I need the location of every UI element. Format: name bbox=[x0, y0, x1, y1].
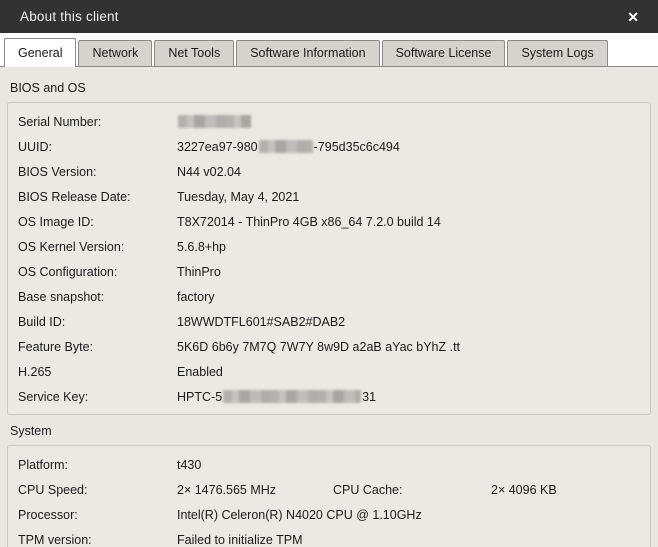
field-value: 5K6D 6b6y 7M7Q 7W7Y 8w9D a2aB aYac bYhZ … bbox=[177, 339, 461, 354]
tab-network[interactable]: Network bbox=[78, 40, 153, 66]
field-label: BIOS Release Date: bbox=[18, 189, 131, 204]
field-label: CPU Speed: bbox=[18, 482, 88, 497]
field-label: Build ID: bbox=[18, 314, 66, 329]
close-icon[interactable]: ✕ bbox=[627, 10, 639, 24]
field-value: ThinPro bbox=[177, 264, 221, 279]
field-label: OS Configuration: bbox=[18, 264, 118, 279]
tab-general[interactable]: General bbox=[4, 38, 77, 67]
field-value: 2× 4096 KB bbox=[491, 482, 557, 497]
section-title: BIOS and OS bbox=[10, 81, 86, 95]
field-value: Intel(R) Celeron(R) N4020 CPU @ 1.10GHz bbox=[177, 507, 422, 522]
field-row: Feature Byte: 5K6D 6b6y 7M7Q 7W7Y 8w9D a2… bbox=[8, 334, 650, 359]
field-value: Tuesday, May 4, 2021 bbox=[177, 189, 300, 204]
field-row: H.265 Enabled bbox=[8, 359, 650, 384]
field-value: 5.6.8+hp bbox=[177, 239, 227, 254]
section-bios-and-os: BIOS and OS Serial Number: UUID: 3227ea97-9… bbox=[7, 67, 651, 415]
field-value: Failed to initialize TPM bbox=[177, 532, 303, 547]
field-value: t430 bbox=[177, 457, 202, 472]
field-label: Service Key: bbox=[18, 389, 89, 404]
field-label: OS Kernel Version: bbox=[18, 239, 125, 254]
tab-bar: General Network Net Tools Software Informat… bbox=[0, 33, 658, 67]
field-label: TPM version: bbox=[18, 532, 92, 547]
field-label: BIOS Version: bbox=[18, 164, 97, 179]
field-label: Base snapshot: bbox=[18, 289, 105, 304]
tab-software-license[interactable]: Software License bbox=[381, 40, 506, 66]
field-row: CPU Speed: 2× 1476.565 MHz CPU Cache: 2× 40… bbox=[8, 477, 650, 502]
field-label: UUID: bbox=[18, 139, 53, 154]
group-box: Platform: t430 CPU Speed: 2× 1476.565 MHz CP… bbox=[7, 445, 651, 547]
group-box: Serial Number: UUID: 3227ea97-980 -795d35c6… bbox=[7, 102, 651, 415]
field-row: UUID: 3227ea97-980 -795d35c6c494 bbox=[8, 134, 650, 159]
field-value: 18WWDTFL601#SAB2#DAB2 bbox=[177, 314, 346, 329]
field-value: 2× 1476.565 MHz bbox=[177, 482, 277, 497]
field-row: BIOS Version: N44 v02.04 bbox=[8, 159, 650, 184]
redacted-value bbox=[178, 114, 251, 128]
field-label: Processor: bbox=[18, 507, 78, 522]
field-value: T8X72014 - ThinPro 4GB x86_64 7.2.0 buil… bbox=[177, 214, 441, 229]
field-value bbox=[177, 114, 650, 129]
field-row: Service Key: HPTC-5 31 bbox=[8, 384, 650, 409]
field-label: OS Image ID: bbox=[18, 214, 94, 229]
field-row: TPM version: Failed to initialize TPM bbox=[8, 527, 650, 547]
field-label: Feature Byte: bbox=[18, 339, 94, 354]
field-label: H.265 bbox=[18, 364, 52, 379]
general-tab-content: BIOS and OS Serial Number: UUID: 3227ea97-9… bbox=[0, 67, 658, 547]
about-client-dialog: About this client ✕ General Network Net To… bbox=[0, 0, 658, 547]
titlebar: About this client ✕ bbox=[0, 0, 658, 33]
tab-net-tools[interactable]: Net Tools bbox=[154, 40, 235, 66]
field-row: OS Kernel Version: 5.6.8+hp bbox=[8, 234, 650, 259]
field-label: Serial Number: bbox=[18, 114, 102, 129]
redacted-value bbox=[258, 139, 313, 153]
field-value: factory bbox=[177, 289, 215, 304]
section-system: System Platform: t430 CPU Speed: 2× 1476.565… bbox=[7, 415, 651, 547]
field-value: N44 v02.04 bbox=[177, 164, 241, 179]
field-row: Base snapshot: factory bbox=[8, 284, 650, 309]
tab-system-logs[interactable]: System Logs bbox=[507, 40, 608, 66]
field-label: Platform: bbox=[18, 457, 69, 472]
section-title: System bbox=[10, 424, 52, 438]
redacted-value bbox=[223, 389, 362, 403]
field-value: 3227ea97-980 -795d35c6c494 bbox=[177, 139, 400, 154]
field-row: BIOS Release Date: Tuesday, May 4, 2021 bbox=[8, 184, 650, 209]
window-title: About this client bbox=[20, 9, 119, 24]
field-row: Processor: Intel(R) Celeron(R) N4020 CPU … bbox=[8, 502, 650, 527]
field-row: OS Image ID: T8X72014 - ThinPro 4GB x86_6… bbox=[8, 209, 650, 234]
field-row: OS Configuration: ThinPro bbox=[8, 259, 650, 284]
field-row: Build ID: 18WWDTFL601#SAB2#DAB2 bbox=[8, 309, 650, 334]
field-label: CPU Cache: bbox=[333, 482, 403, 497]
field-value: Enabled bbox=[177, 364, 223, 379]
field-row: Platform: t430 bbox=[8, 452, 650, 477]
tab-software-information[interactable]: Software Information bbox=[236, 40, 380, 66]
field-value: HPTC-5 31 bbox=[177, 389, 377, 404]
field-row: Serial Number: bbox=[8, 109, 650, 134]
